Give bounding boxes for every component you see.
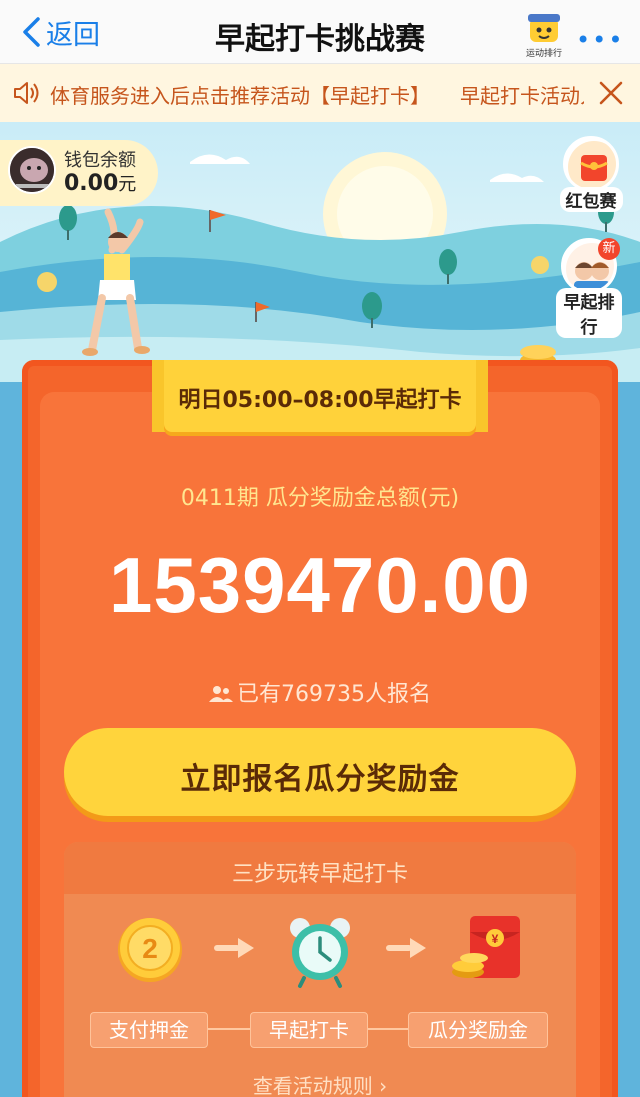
- time-tag: 明日05:00–08:00早起打卡: [164, 360, 476, 432]
- more-icon[interactable]: •••: [576, 26, 624, 54]
- red-envelope-icon: ¥: [448, 910, 538, 990]
- new-badge: 新: [598, 238, 620, 260]
- steps-header: 三步玩转早起打卡: [64, 842, 576, 894]
- coin-icon: 2: [110, 910, 190, 990]
- wallet-value: 0.00元: [64, 171, 137, 196]
- wallet-balance[interactable]: 钱包余额 0.00元: [0, 140, 158, 206]
- wallet-label: 钱包余额: [64, 150, 136, 171]
- red-packet-race-button[interactable]: 红包赛: [558, 136, 624, 212]
- avatar: [8, 146, 56, 194]
- people-icon: [209, 686, 233, 702]
- close-icon[interactable]: [598, 80, 624, 106]
- notice-bar: 体育服务进入后点击推荐活动【早起打卡】 早起打卡活动入口: [0, 64, 640, 122]
- red-packet-label: 红包赛: [559, 187, 623, 212]
- mini-app-caption: 运动排行: [526, 49, 563, 59]
- nav-bar: 返回 早起打卡挑战赛 运动排行 •••: [0, 0, 640, 64]
- prize-amount: 1539470.00: [108, 541, 532, 629]
- svg-text:¥: ¥: [492, 932, 499, 946]
- early-rank-button[interactable]: 早起排行 新: [556, 238, 622, 338]
- step-label-checkin: 早起打卡: [250, 1012, 368, 1048]
- mini-app-button[interactable]: 运动排行: [522, 12, 566, 59]
- svg-text:2: 2: [142, 933, 158, 964]
- notice-text: 体育服务进入后点击推荐活动【早起打卡】 早起打卡活动入口: [50, 84, 620, 108]
- alarm-clock-icon: [280, 910, 360, 990]
- step-label-deposit: 支付押金: [90, 1012, 208, 1048]
- step-label-reward: 瓜分奖励金: [408, 1012, 548, 1048]
- arrow-right-icon: [386, 938, 426, 958]
- signup-button[interactable]: 立即报名瓜分奖励金: [64, 728, 576, 816]
- speaker-icon: [14, 82, 39, 104]
- period-label: 0411期 瓜分奖励金总额(元): [180, 486, 460, 511]
- joined-count: 已有769735人报名: [0, 676, 640, 708]
- arrow-right-icon: [214, 938, 254, 958]
- rules-link[interactable]: 查看活动规则 ›: [0, 1070, 640, 1097]
- red-packet-icon: [563, 136, 619, 192]
- early-rank-label: 早起排行: [556, 288, 622, 338]
- mascot-icon: [528, 14, 560, 42]
